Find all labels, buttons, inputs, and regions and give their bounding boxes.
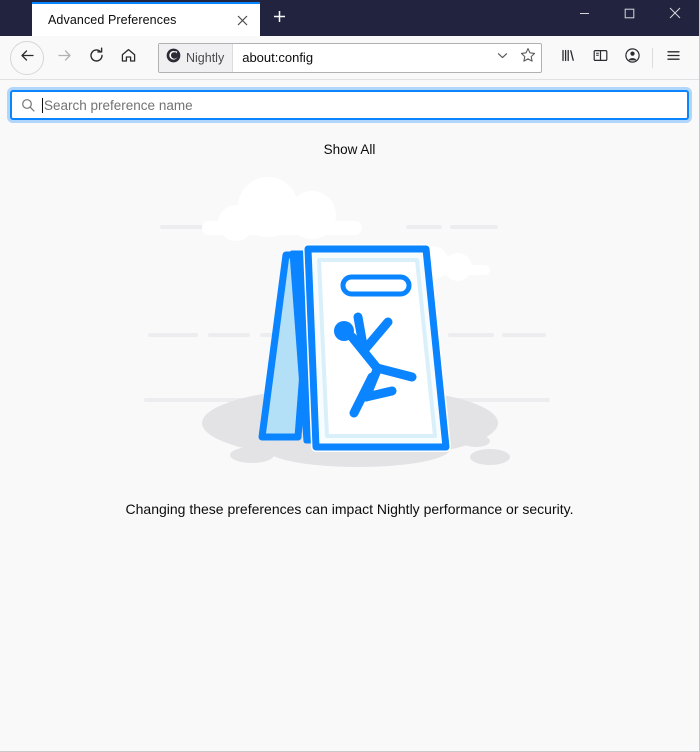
search-input[interactable]: Search preference name <box>44 98 679 113</box>
library-button[interactable] <box>552 42 584 74</box>
chevron-down-icon <box>496 49 509 67</box>
arrow-right-icon <box>56 47 73 69</box>
navigation-toolbar: Nightly about:config <box>0 36 699 80</box>
about-config-page: Search preference name Show All Changing… <box>0 80 699 751</box>
window-maximize-icon <box>624 6 635 24</box>
identity-label: Nightly <box>186 50 225 65</box>
title-bar: Advanced Preferences <box>0 0 699 36</box>
text-caret <box>42 97 43 113</box>
forward-button[interactable] <box>48 42 80 74</box>
account-avatar-icon <box>624 47 641 69</box>
tab-advanced-preferences[interactable]: Advanced Preferences <box>32 2 260 36</box>
tab-strip: Advanced Preferences <box>0 0 562 36</box>
plus-icon <box>273 10 286 28</box>
search-container: Search preference name <box>8 80 691 120</box>
url-bar[interactable]: Nightly about:config <box>158 42 542 73</box>
show-all-button[interactable]: Show All <box>314 138 386 161</box>
sidebar-button[interactable] <box>584 42 616 74</box>
url-input[interactable]: about:config <box>233 44 489 72</box>
show-all-row: Show All <box>8 138 691 161</box>
app-menu-button[interactable] <box>657 42 689 74</box>
site-identity-chip[interactable]: Nightly <box>159 43 234 72</box>
window-maximize-button[interactable] <box>607 0 652 30</box>
wet-floor-caution-sign-illustration <box>8 165 691 485</box>
window-controls <box>562 0 699 36</box>
reload-button[interactable] <box>80 42 112 74</box>
sidebar-icon <box>592 47 609 69</box>
firefox-nightly-logo-icon <box>166 48 181 68</box>
toolbar-separator <box>652 47 653 68</box>
new-tab-button[interactable] <box>262 2 296 36</box>
window-close-icon <box>669 6 681 24</box>
window-minimize-button[interactable] <box>562 0 607 30</box>
search-preference-field[interactable]: Search preference name <box>10 90 689 120</box>
toolbar-end-buttons <box>552 42 689 74</box>
home-button[interactable] <box>112 42 144 74</box>
back-button[interactable] <box>10 40 44 75</box>
close-icon[interactable] <box>232 10 252 30</box>
window-minimize-icon <box>579 6 590 24</box>
home-icon <box>120 47 137 69</box>
account-button[interactable] <box>616 42 648 74</box>
arrow-left-icon <box>19 47 36 69</box>
reload-icon <box>88 47 105 69</box>
window-close-button[interactable] <box>652 0 697 30</box>
search-icon <box>20 97 36 113</box>
tab-title: Advanced Preferences <box>48 13 177 27</box>
star-icon <box>520 47 536 68</box>
urlbar-dropdown-button[interactable] <box>489 44 515 72</box>
warning-message: Changing these preferences can impact Ni… <box>125 501 574 517</box>
bookmark-button[interactable] <box>515 44 541 72</box>
browser-window: Advanced Preferences Nightly about:confi… <box>0 0 700 752</box>
hamburger-menu-icon <box>665 47 682 69</box>
library-icon <box>560 47 577 69</box>
